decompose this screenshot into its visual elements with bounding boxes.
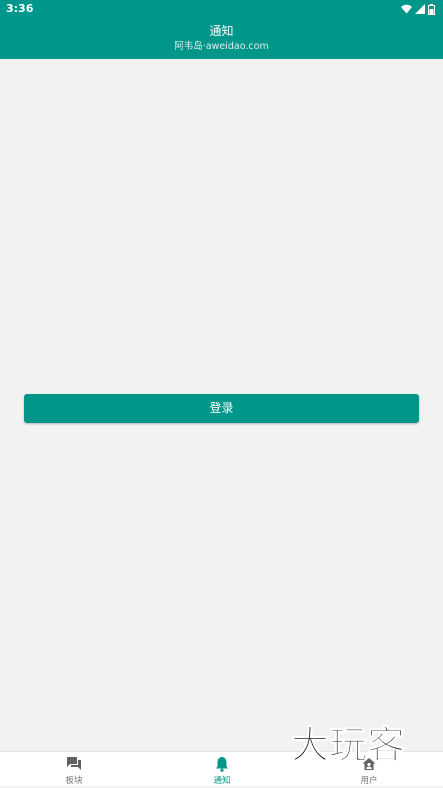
status-bar: 3:36: [0, 0, 443, 18]
app-bar: 通知 阿韦岛·aweidao.com: [0, 18, 443, 59]
watermark-logo: 大玩客: [291, 723, 406, 767]
page-title: 通知: [209, 24, 234, 38]
signal-icon: [415, 4, 425, 14]
nav-item-notifications[interactable]: 通知: [148, 752, 296, 788]
login-button[interactable]: 登录: [24, 394, 419, 423]
forum-icon: [67, 757, 81, 770]
status-time: 3:36: [6, 2, 34, 15]
battery-icon: [428, 3, 435, 15]
nav-item-sections[interactable]: 板块: [0, 752, 148, 788]
bell-icon: [216, 757, 228, 772]
page-subtitle: 阿韦岛·aweidao.com: [174, 41, 269, 52]
watermark-text: 大玩客: [291, 723, 405, 766]
main-content: 登录: [0, 59, 443, 751]
status-icons: [401, 3, 435, 15]
screen: 3:36 通知 阿韦岛·aweidao.com 登录 板块 通知 用户 大玩客: [0, 0, 443, 788]
wifi-icon: [401, 4, 412, 14]
